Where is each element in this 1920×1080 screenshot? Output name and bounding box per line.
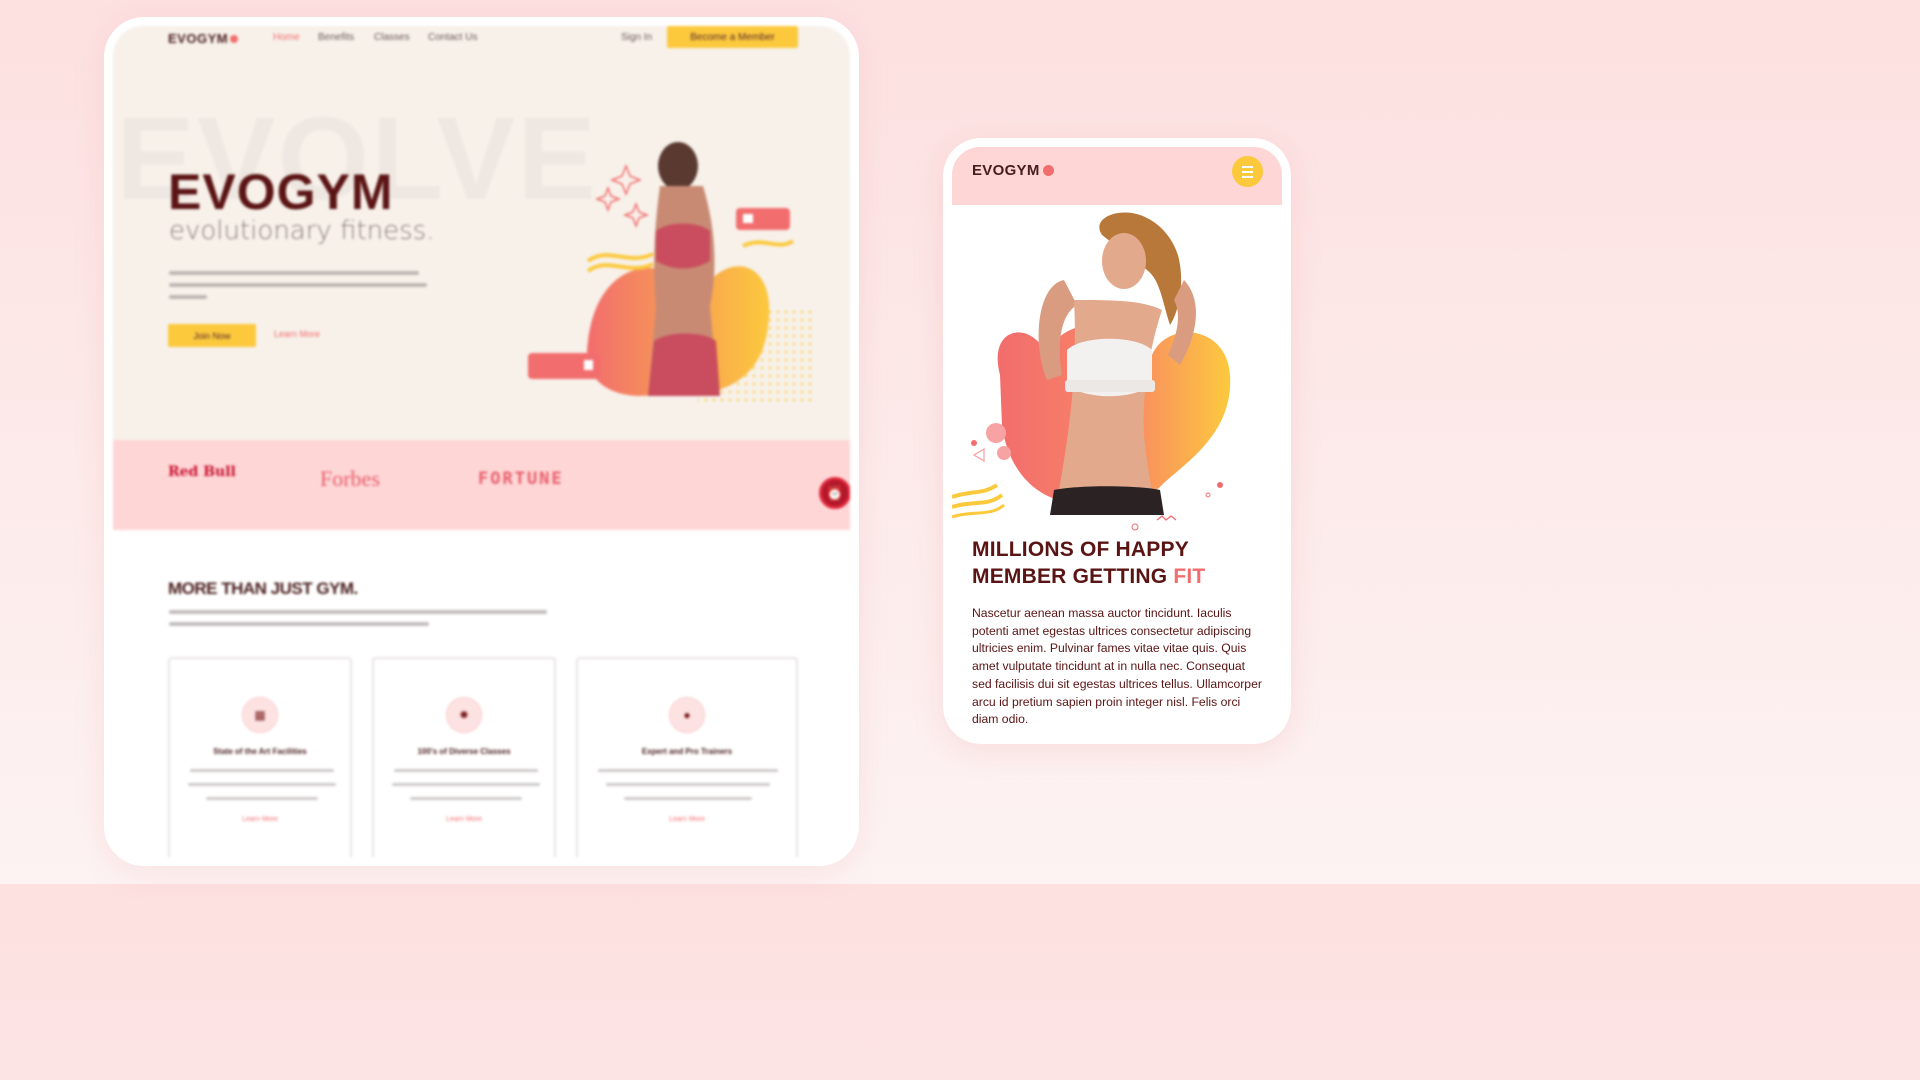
benefit-card-learn-more[interactable]: Learn More	[170, 816, 350, 823]
logo-dot	[1042, 165, 1054, 176]
sponsor-redbull-logo: Red Bull	[168, 464, 236, 480]
benefit-card[interactable]: ▦ State of the Art Facilities Learn More	[168, 657, 352, 857]
mobile-navbar: EVOGYM	[952, 147, 1282, 205]
group-icon: ✸	[446, 697, 482, 733]
benefits-description-line	[169, 610, 547, 614]
desktop-logo-text: EVOGYM	[168, 31, 229, 46]
card-text-line	[624, 797, 752, 800]
card-text-line	[410, 797, 522, 800]
benefit-card[interactable]: ✸ 100's of Diverse Classes Learn More	[372, 657, 556, 857]
sponsors-band: Red Bull Forbes FORTUNE ⏰	[113, 440, 850, 530]
desktop-logo[interactable]: EVOGYM	[168, 31, 239, 46]
hero-description-line	[169, 271, 419, 275]
desktop-mockup-frame: EVOGYM Home Benefits Classes Contact Us …	[104, 17, 859, 866]
benefits-section: MORE THAN JUST GYM. ▦ State of the Art F…	[113, 530, 850, 857]
mobile-hero-illustration	[952, 212, 1231, 531]
nav-link-benefits[interactable]: Benefits	[318, 32, 354, 43]
headline-line-2-text: MEMBER GETTING	[972, 565, 1174, 588]
hero-brand-title: EVOGYM	[168, 164, 394, 220]
card-text-line	[206, 797, 318, 800]
nav-link-classes[interactable]: Classes	[374, 32, 410, 43]
join-now-button[interactable]: Join Now	[168, 324, 256, 347]
alarm-clock-icon[interactable]: ⏰	[819, 477, 850, 509]
hero-tagline: evolutionary fitness.	[169, 216, 435, 246]
headline-line-2: MEMBER GETTING FIT	[972, 563, 1272, 590]
sponsor-fortune-logo: FORTUNE	[478, 469, 564, 489]
mobile-mockup-frame: EVOGYM MILLIONS OF HAPPY MEMBER GETTING …	[943, 138, 1291, 744]
building-icon: ▦	[242, 697, 278, 733]
benefit-card-learn-more[interactable]: Learn More	[578, 816, 796, 823]
card-text-line	[606, 783, 770, 786]
mobile-logo[interactable]: EVOGYM	[972, 162, 1054, 179]
mobile-logo-text: EVOGYM	[972, 162, 1040, 179]
mobile-headline: MILLIONS OF HAPPY MEMBER GETTING FIT	[972, 536, 1272, 590]
hero-description-line	[169, 295, 207, 299]
hero-illustration	[528, 142, 813, 406]
nav-link-home[interactable]: Home	[273, 32, 300, 43]
nav-link-contact[interactable]: Contact Us	[428, 32, 477, 43]
sign-in-link[interactable]: Sign In	[621, 32, 652, 43]
trainer-icon: ●	[669, 697, 705, 733]
card-text-line	[394, 769, 538, 772]
logo-dot	[230, 35, 239, 43]
desktop-navbar: EVOGYM Home Benefits Classes Contact Us …	[113, 26, 850, 66]
become-member-button[interactable]: Become a Member	[667, 26, 798, 48]
card-text-line	[392, 783, 540, 786]
desktop-hero-section: EVOGYM Home Benefits Classes Contact Us …	[113, 26, 850, 440]
card-text-line	[598, 769, 778, 772]
desktop-screen: EVOGYM Home Benefits Classes Contact Us …	[113, 26, 850, 857]
benefit-card[interactable]: ● Expert and Pro Trainers Learn More	[576, 657, 798, 857]
mobile-body-text: Nascetur aenean massa auctor tincidunt. …	[972, 606, 1262, 727]
benefits-description-line	[169, 622, 429, 626]
headline-highlight: FIT	[1173, 565, 1206, 588]
benefit-card-learn-more[interactable]: Learn More	[374, 816, 554, 823]
learn-more-link[interactable]: Learn More	[274, 329, 320, 339]
benefit-card-title: State of the Art Facilities	[213, 747, 307, 756]
card-text-line	[190, 769, 334, 772]
mobile-screen: EVOGYM MILLIONS OF HAPPY MEMBER GETTING …	[952, 147, 1282, 735]
benefit-card-title: 100's of Diverse Classes	[417, 747, 511, 756]
hamburger-icon[interactable]	[1232, 156, 1263, 187]
benefits-title: MORE THAN JUST GYM.	[168, 579, 358, 598]
sponsor-forbes-logo: Forbes	[320, 466, 380, 491]
hero-description-line	[169, 283, 427, 287]
benefit-card-title: Expert and Pro Trainers	[641, 747, 733, 756]
headline-line-1: MILLIONS OF HAPPY	[972, 538, 1189, 561]
card-text-line	[188, 783, 336, 786]
